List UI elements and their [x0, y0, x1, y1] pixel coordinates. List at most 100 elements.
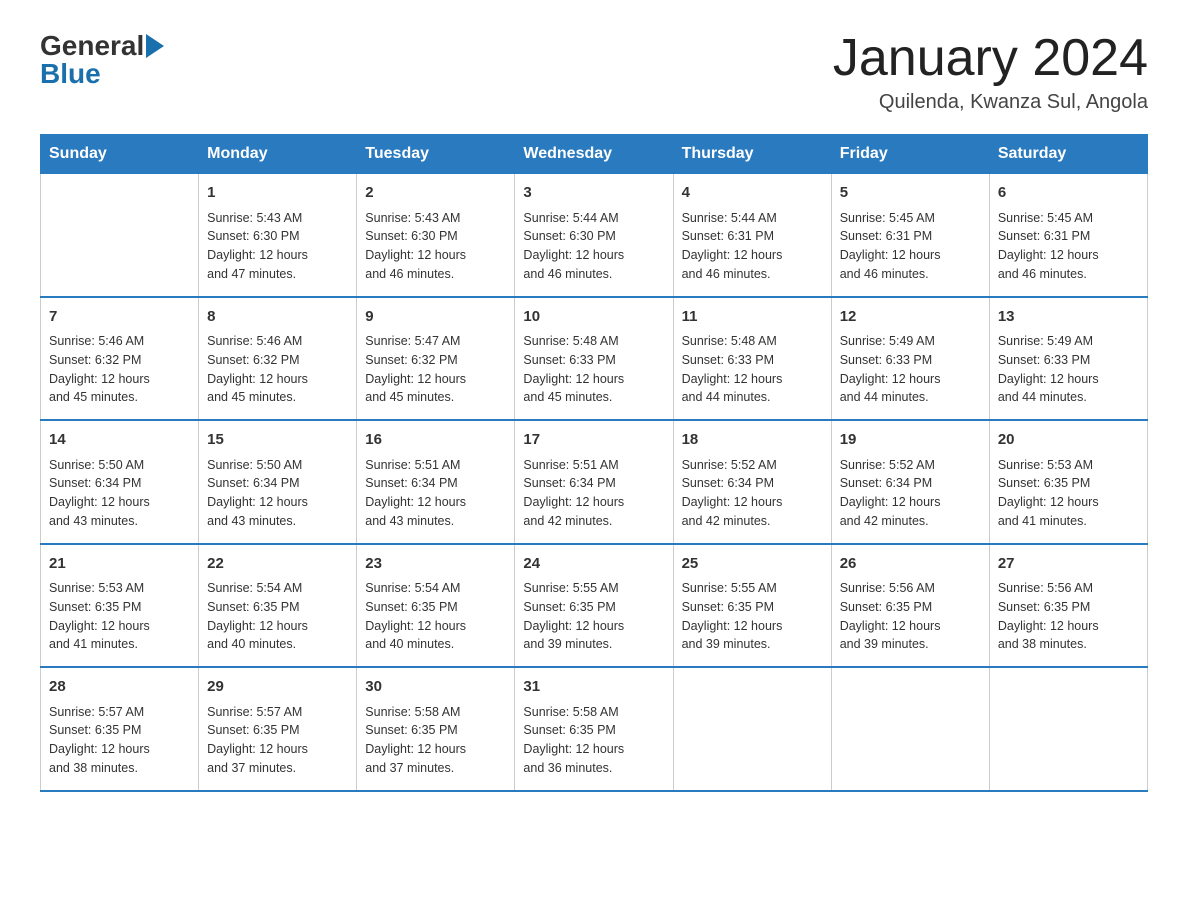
- day-info: Sunrise: 5:53 AM Sunset: 6:35 PM Dayligh…: [49, 579, 190, 654]
- day-info: Sunrise: 5:43 AM Sunset: 6:30 PM Dayligh…: [207, 209, 348, 284]
- day-number: 24: [523, 553, 664, 576]
- day-number: 20: [998, 429, 1139, 452]
- day-number: 29: [207, 676, 348, 699]
- calendar-cell: 4 Sunrise: 5:44 AM Sunset: 6:31 PM Daylig…: [673, 174, 831, 297]
- day-number: 14: [49, 429, 190, 452]
- calendar-header-row: SundayMondayTuesdayWednesdayThursdayFrid…: [41, 135, 1148, 174]
- day-number: 18: [682, 429, 823, 452]
- calendar-cell: 6 Sunrise: 5:45 AM Sunset: 6:31 PM Daylig…: [989, 174, 1147, 297]
- day-number: 25: [682, 553, 823, 576]
- calendar-cell: 30Sunrise: 5:58 AM Sunset: 6:35 PM Dayli…: [357, 667, 515, 791]
- calendar-cell: 3Sunrise: 5:44 AM Sunset: 6:30 PM Daylig…: [515, 174, 673, 297]
- calendar-cell: 21 Sunrise: 5:53 AM Sunset: 6:35 PM Dayli…: [41, 544, 199, 668]
- logo: General Blue: [40, 30, 164, 90]
- calendar-cell: 25 Sunrise: 5:55 AM Sunset: 6:35 PM Dayli…: [673, 544, 831, 668]
- day-info: Sunrise: 5:52 AM Sunset: 6:34 PM Dayligh…: [840, 456, 981, 531]
- column-header-tuesday: Tuesday: [357, 135, 515, 174]
- day-info: Sunrise: 5:55 AM Sunset: 6:35 PM Dayligh…: [523, 579, 664, 654]
- calendar-cell: 31 Sunrise: 5:58 AM Sunset: 6:35 PM Dayli…: [515, 667, 673, 791]
- day-number: 22: [207, 553, 348, 576]
- day-info: Sunrise: 5:49 AM Sunset: 6:33 PM Dayligh…: [998, 332, 1139, 407]
- calendar-week-row: 7 Sunrise: 5:46 AM Sunset: 6:32 PM Daylig…: [41, 297, 1148, 421]
- calendar-cell: 26Sunrise: 5:56 AM Sunset: 6:35 PM Dayli…: [831, 544, 989, 668]
- column-header-friday: Friday: [831, 135, 989, 174]
- calendar-week-row: 1 Sunrise: 5:43 AM Sunset: 6:30 PM Daylig…: [41, 174, 1148, 297]
- column-header-monday: Monday: [199, 135, 357, 174]
- day-info: Sunrise: 5:50 AM Sunset: 6:34 PM Dayligh…: [49, 456, 190, 531]
- calendar-cell: 13 Sunrise: 5:49 AM Sunset: 6:33 PM Dayli…: [989, 297, 1147, 421]
- day-info: Sunrise: 5:46 AM Sunset: 6:32 PM Dayligh…: [207, 332, 348, 407]
- day-number: 27: [998, 553, 1139, 576]
- day-info: Sunrise: 5:51 AM Sunset: 6:34 PM Dayligh…: [365, 456, 506, 531]
- day-number: 7: [49, 306, 190, 329]
- calendar-cell: 19 Sunrise: 5:52 AM Sunset: 6:34 PM Dayli…: [831, 420, 989, 544]
- day-number: 17: [523, 429, 664, 452]
- day-info: Sunrise: 5:57 AM Sunset: 6:35 PM Dayligh…: [49, 703, 190, 778]
- day-number: 19: [840, 429, 981, 452]
- calendar-cell: [41, 174, 199, 297]
- calendar-cell: [989, 667, 1147, 791]
- calendar-cell: 23Sunrise: 5:54 AM Sunset: 6:35 PM Dayli…: [357, 544, 515, 668]
- title-area: January 2024 Quilenda, Kwanza Sul, Angol…: [833, 30, 1148, 114]
- day-number: 6: [998, 182, 1139, 205]
- calendar-cell: 22 Sunrise: 5:54 AM Sunset: 6:35 PM Dayli…: [199, 544, 357, 668]
- day-number: 5: [840, 182, 981, 205]
- day-info: Sunrise: 5:43 AM Sunset: 6:30 PM Dayligh…: [365, 209, 506, 284]
- logo-arrow-icon: [146, 34, 164, 58]
- day-number: 13: [998, 306, 1139, 329]
- calendar-cell: 10 Sunrise: 5:48 AM Sunset: 6:33 PM Dayli…: [515, 297, 673, 421]
- calendar-week-row: 14 Sunrise: 5:50 AM Sunset: 6:34 PM Dayli…: [41, 420, 1148, 544]
- day-number: 11: [682, 306, 823, 329]
- calendar-cell: 2 Sunrise: 5:43 AM Sunset: 6:30 PM Daylig…: [357, 174, 515, 297]
- calendar-cell: 27 Sunrise: 5:56 AM Sunset: 6:35 PM Dayli…: [989, 544, 1147, 668]
- day-info: Sunrise: 5:57 AM Sunset: 6:35 PM Dayligh…: [207, 703, 348, 778]
- day-number: 26: [840, 553, 981, 576]
- column-header-saturday: Saturday: [989, 135, 1147, 174]
- calendar-cell: 29 Sunrise: 5:57 AM Sunset: 6:35 PM Dayli…: [199, 667, 357, 791]
- day-info: Sunrise: 5:44 AM Sunset: 6:31 PM Dayligh…: [682, 209, 823, 284]
- calendar-week-row: 21 Sunrise: 5:53 AM Sunset: 6:35 PM Dayli…: [41, 544, 1148, 668]
- calendar-cell: 28 Sunrise: 5:57 AM Sunset: 6:35 PM Dayli…: [41, 667, 199, 791]
- calendar-cell: 5 Sunrise: 5:45 AM Sunset: 6:31 PM Daylig…: [831, 174, 989, 297]
- day-number: 31: [523, 676, 664, 699]
- day-info: Sunrise: 5:48 AM Sunset: 6:33 PM Dayligh…: [523, 332, 664, 407]
- day-info: Sunrise: 5:56 AM Sunset: 6:35 PM Dayligh…: [998, 579, 1139, 654]
- calendar-cell: 14 Sunrise: 5:50 AM Sunset: 6:34 PM Dayli…: [41, 420, 199, 544]
- day-number: 16: [365, 429, 506, 452]
- day-info: Sunrise: 5:51 AM Sunset: 6:34 PM Dayligh…: [523, 456, 664, 531]
- column-header-sunday: Sunday: [41, 135, 199, 174]
- day-info: Sunrise: 5:58 AM Sunset: 6:35 PM Dayligh…: [523, 703, 664, 778]
- day-info: Sunrise: 5:58 AM Sunset: 6:35 PM Dayligh…: [365, 703, 506, 778]
- day-info: Sunrise: 5:48 AM Sunset: 6:33 PM Dayligh…: [682, 332, 823, 407]
- day-number: 28: [49, 676, 190, 699]
- day-info: Sunrise: 5:49 AM Sunset: 6:33 PM Dayligh…: [840, 332, 981, 407]
- calendar-cell: 8 Sunrise: 5:46 AM Sunset: 6:32 PM Daylig…: [199, 297, 357, 421]
- day-info: Sunrise: 5:45 AM Sunset: 6:31 PM Dayligh…: [998, 209, 1139, 284]
- calendar-cell: [673, 667, 831, 791]
- day-info: Sunrise: 5:52 AM Sunset: 6:34 PM Dayligh…: [682, 456, 823, 531]
- calendar-cell: 7 Sunrise: 5:46 AM Sunset: 6:32 PM Daylig…: [41, 297, 199, 421]
- calendar-week-row: 28 Sunrise: 5:57 AM Sunset: 6:35 PM Dayli…: [41, 667, 1148, 791]
- calendar-cell: 12 Sunrise: 5:49 AM Sunset: 6:33 PM Dayli…: [831, 297, 989, 421]
- day-number: 8: [207, 306, 348, 329]
- calendar-cell: 11 Sunrise: 5:48 AM Sunset: 6:33 PM Dayli…: [673, 297, 831, 421]
- day-number: 4: [682, 182, 823, 205]
- day-number: 12: [840, 306, 981, 329]
- calendar-cell: [831, 667, 989, 791]
- day-info: Sunrise: 5:55 AM Sunset: 6:35 PM Dayligh…: [682, 579, 823, 654]
- page-header: General Blue January 2024 Quilenda, Kwan…: [40, 30, 1148, 114]
- day-info: Sunrise: 5:54 AM Sunset: 6:35 PM Dayligh…: [207, 579, 348, 654]
- day-number: 1: [207, 182, 348, 205]
- day-number: 3: [523, 182, 664, 205]
- calendar-cell: 1 Sunrise: 5:43 AM Sunset: 6:30 PM Daylig…: [199, 174, 357, 297]
- day-info: Sunrise: 5:45 AM Sunset: 6:31 PM Dayligh…: [840, 209, 981, 284]
- calendar-cell: 16 Sunrise: 5:51 AM Sunset: 6:34 PM Dayli…: [357, 420, 515, 544]
- calendar-table: SundayMondayTuesdayWednesdayThursdayFrid…: [40, 134, 1148, 792]
- day-info: Sunrise: 5:53 AM Sunset: 6:35 PM Dayligh…: [998, 456, 1139, 531]
- calendar-cell: 17 Sunrise: 5:51 AM Sunset: 6:34 PM Dayli…: [515, 420, 673, 544]
- day-info: Sunrise: 5:46 AM Sunset: 6:32 PM Dayligh…: [49, 332, 190, 407]
- day-info: Sunrise: 5:47 AM Sunset: 6:32 PM Dayligh…: [365, 332, 506, 407]
- day-number: 2: [365, 182, 506, 205]
- day-number: 10: [523, 306, 664, 329]
- day-number: 21: [49, 553, 190, 576]
